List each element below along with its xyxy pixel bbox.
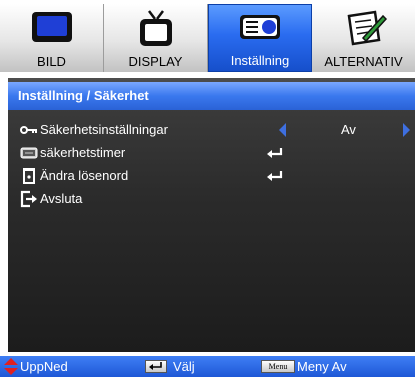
tab-bild[interactable]: BILD (0, 4, 104, 72)
enter-key-icon (145, 360, 167, 373)
projector-icon (240, 15, 280, 39)
settings-panel: Inställning / Säkerhet Säkerhetsinställn… (8, 78, 415, 352)
menu-key-icon: Menu (261, 360, 295, 373)
tab-display[interactable]: DISPLAY (104, 4, 208, 72)
menu-item-label: säkerhetstimer (40, 145, 126, 160)
tab-label: ALTERNATIV (324, 54, 403, 69)
tv-icon (139, 10, 172, 46)
footer-bar: UppNed Välj Menu Meny Av (0, 356, 415, 377)
tab-label: Inställning (230, 53, 290, 68)
timer-icon (20, 147, 38, 159)
password-icon (23, 168, 35, 184)
footer-select-label: Välj (173, 359, 195, 374)
menu-item-sakerhetsinstallningar[interactable]: Säkerhetsinställningar Av (8, 118, 415, 142)
menu-item-avsluta[interactable]: Avsluta (8, 187, 415, 211)
menu-item-andra-losenord[interactable]: Ändra lösenord (8, 164, 415, 188)
tab-alternativ[interactable]: ALTERNATIV (312, 4, 415, 72)
breadcrumb: Inställning / Säkerhet (8, 82, 415, 110)
menu-item-label: Avsluta (40, 191, 83, 206)
footer-menu-label: Meny Av (297, 359, 347, 374)
menu-item-label: Ändra lösenord (40, 168, 129, 183)
note-pencil-icon (347, 10, 387, 46)
tab-bar: BILD DISPLAY Inställning ALTERNATIV (0, 0, 415, 74)
footer-nav-label: UppNed (20, 359, 68, 374)
up-down-arrow-icon (4, 358, 18, 375)
enter-icon (267, 148, 283, 158)
menu-item-label: Säkerhetsinställningar (40, 122, 168, 137)
monitor-icon (31, 12, 72, 42)
arrow-left-icon[interactable] (279, 123, 286, 137)
tab-installning[interactable]: Inställning (208, 4, 312, 72)
setting-value: Av (341, 122, 356, 137)
key-icon (20, 126, 37, 134)
osd-menu: BILD DISPLAY Inställning ALTERNATIV Inst… (0, 0, 415, 377)
enter-icon (267, 171, 283, 181)
tab-label: DISPLAY (128, 54, 183, 69)
exit-icon (20, 190, 37, 208)
menu-item-sakerhetstimer[interactable]: säkerhetstimer (8, 141, 415, 165)
tab-label: BILD (37, 54, 66, 69)
arrow-right-icon[interactable] (403, 123, 410, 137)
